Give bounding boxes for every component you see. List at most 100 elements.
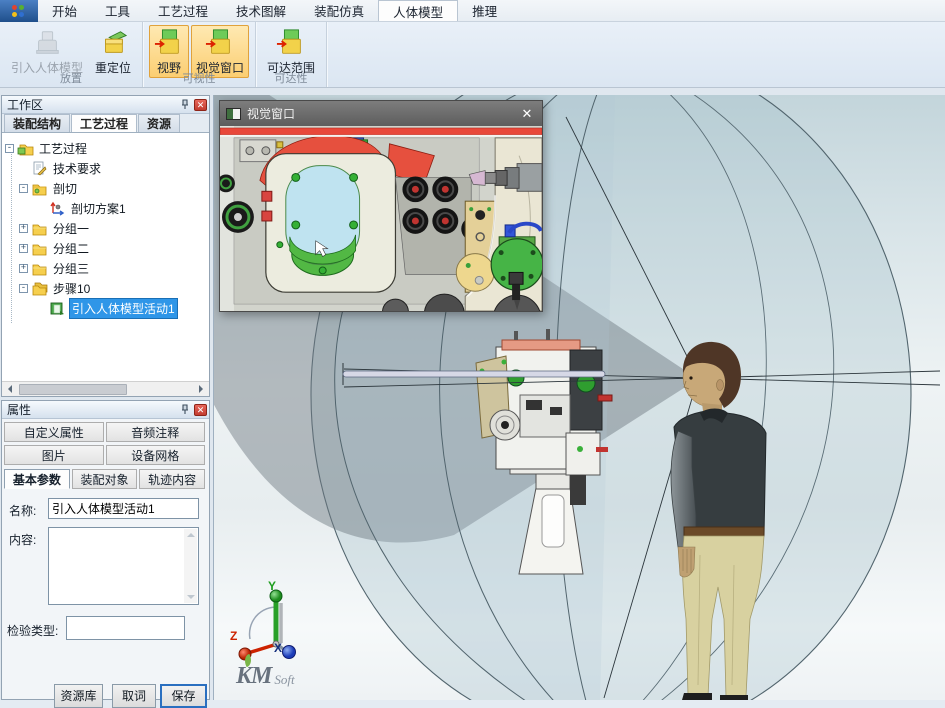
process-folder-icon: [17, 141, 34, 156]
tab-human-model[interactable]: 人体模型: [378, 0, 458, 21]
tab-assembly-sim[interactable]: 装配仿真: [300, 0, 378, 21]
tree-horizontal-scrollbar[interactable]: [2, 381, 209, 396]
tab-image[interactable]: 图片: [4, 445, 104, 465]
workspace-tabs: 装配结构 工艺过程 资源: [2, 114, 209, 133]
pick-word-button[interactable]: 取词: [112, 684, 156, 708]
ribbon: 引入人体模型 重定位 放置 视野 视: [0, 22, 945, 88]
tab-assembly-structure[interactable]: 装配结构: [4, 114, 70, 132]
tab-assembly-object[interactable]: 装配对象: [72, 469, 138, 489]
tab-process[interactable]: 工艺过程: [144, 0, 222, 21]
vision-window-close-icon[interactable]: ✕: [518, 106, 536, 122]
tree-item-group2[interactable]: + 分组二: [19, 238, 209, 258]
axis-z-label: Z: [230, 629, 237, 643]
properties-panel: 属性 ✕ 自定义属性 音频注释 图片 设备网格 基本参数 装配对象 轨迹内容 名…: [1, 400, 210, 700]
reach-range-icon: [276, 28, 306, 58]
vision-window-titlebar[interactable]: 视觉窗口 ✕: [220, 101, 542, 126]
check-type-label: 检验类型:: [7, 622, 58, 639]
tab-track-content[interactable]: 轨迹内容: [139, 469, 205, 489]
expander-icon[interactable]: +: [19, 244, 28, 253]
tab-custom-properties[interactable]: 自定义属性: [4, 422, 104, 442]
tab-audio-annotation[interactable]: 音频注释: [106, 422, 206, 442]
process-tree: - 工艺过程 技术要求 -: [2, 133, 209, 381]
tab-device-mesh[interactable]: 设备网格: [106, 445, 206, 465]
step-folder-icon: [31, 281, 48, 296]
vision-window[interactable]: 视觉窗口 ✕: [219, 100, 543, 312]
axis-x-label: X: [274, 641, 282, 655]
tree-item-tech-requirements[interactable]: 技术要求: [19, 158, 209, 178]
expander-icon[interactable]: -: [19, 184, 28, 193]
tab-tools[interactable]: 工具: [91, 0, 144, 21]
tree-item-process-root[interactable]: - 工艺过程: [5, 138, 209, 158]
content-textarea[interactable]: [48, 527, 199, 605]
vision-window-icon: [226, 108, 241, 120]
ribbon-tab-bar: 开始 工具 工艺过程 技术图解 装配仿真 人体模型 推理: [0, 0, 945, 22]
scroll-left-arrow-icon[interactable]: [2, 382, 17, 397]
axis-y-label: Y: [268, 579, 276, 593]
folder-icon: [31, 241, 48, 256]
brand-logo: KM Soft: [236, 663, 295, 690]
tab-start[interactable]: 开始: [38, 0, 91, 21]
scroll-up-arrow-icon[interactable]: [187, 529, 195, 537]
main-area: 工作区 ✕ 装配结构 工艺过程 资源 - 工艺过程: [0, 88, 945, 700]
tab-reasoning[interactable]: 推理: [458, 0, 511, 21]
pin-icon[interactable]: [179, 404, 191, 416]
workspace-titlebar: 工作区 ✕: [2, 96, 209, 114]
section-plan-icon: [49, 201, 66, 216]
group-label-reachability: 可达性: [256, 70, 326, 86]
tech-requirements-icon: [31, 161, 48, 176]
tab-resources[interactable]: 资源: [138, 114, 180, 132]
tree-item-label: 步骤10: [51, 279, 92, 298]
tree-item-label: 剖切方案1: [69, 199, 128, 218]
tree-item-label: 剖切: [51, 179, 79, 198]
scroll-right-arrow-icon[interactable]: [194, 382, 209, 397]
expander-icon[interactable]: -: [19, 284, 28, 293]
textarea-scrollbar[interactable]: [184, 529, 197, 603]
relocate-icon: [98, 28, 128, 58]
close-icon[interactable]: ✕: [194, 99, 207, 111]
tree-item-section[interactable]: - 剖切: [19, 178, 209, 198]
expander-icon[interactable]: +: [19, 224, 28, 233]
viewport-3d[interactable]: 视觉窗口 ✕: [213, 95, 945, 700]
tab-basic-params[interactable]: 基本参数: [4, 469, 70, 489]
tree-item-group3[interactable]: + 分组三: [19, 258, 209, 278]
name-label: 名称:: [9, 502, 36, 519]
check-type-input[interactable]: [66, 616, 185, 640]
resource-library-button[interactable]: 资源库: [54, 684, 103, 708]
expander-spacer: [37, 304, 46, 313]
name-input[interactable]: [48, 498, 199, 519]
expander-icon[interactable]: -: [5, 144, 14, 153]
tree-item-label: 分组一: [51, 219, 91, 238]
expander-icon[interactable]: +: [19, 264, 28, 273]
vision-window-icon: [205, 28, 235, 58]
ribbon-group-reachability: 可达范围 可达性: [256, 22, 327, 87]
pin-icon[interactable]: [179, 99, 191, 111]
tree-item-section-plan[interactable]: 剖切方案1: [37, 198, 209, 218]
ribbon-group-placement: 引入人体模型 重定位 放置: [0, 22, 143, 87]
tree-item-group1[interactable]: + 分组一: [19, 218, 209, 238]
close-icon[interactable]: ✕: [194, 404, 207, 416]
workspace-title: 工作区: [7, 96, 43, 113]
tree-item-step10[interactable]: - 步骤10: [19, 278, 209, 298]
ribbon-group-visibility: 视野 视觉窗口 可视性: [143, 22, 256, 87]
scroll-down-arrow-icon[interactable]: [187, 595, 195, 603]
app-logo[interactable]: [0, 0, 38, 22]
content-label: 内容:: [9, 531, 36, 548]
tree-item-label: 分组三: [51, 259, 91, 278]
vision-window-title: 视觉窗口: [247, 105, 295, 122]
group-label-visibility: 可视性: [143, 70, 255, 86]
scrollbar-thumb[interactable]: [19, 384, 127, 395]
tree-item-label: 工艺过程: [37, 139, 89, 158]
vision-window-view[interactable]: [220, 126, 542, 311]
tree-guide-line: [11, 148, 12, 323]
tab-process-tree[interactable]: 工艺过程: [71, 114, 137, 132]
tree-item-label: 技术要求: [51, 159, 103, 178]
save-button[interactable]: 保存: [160, 684, 207, 708]
section-folder-icon: [31, 181, 48, 196]
tree-item-label: 引入人体模型活动1: [69, 298, 178, 319]
folder-icon: [31, 261, 48, 276]
properties-titlebar: 属性 ✕: [2, 401, 209, 419]
tree-item-label: 分组二: [51, 239, 91, 258]
brand-logo-soft: Soft: [274, 672, 294, 688]
tab-tech-illustration[interactable]: 技术图解: [222, 0, 300, 21]
tree-item-import-human-activity[interactable]: 引入人体模型活动1: [37, 298, 209, 318]
